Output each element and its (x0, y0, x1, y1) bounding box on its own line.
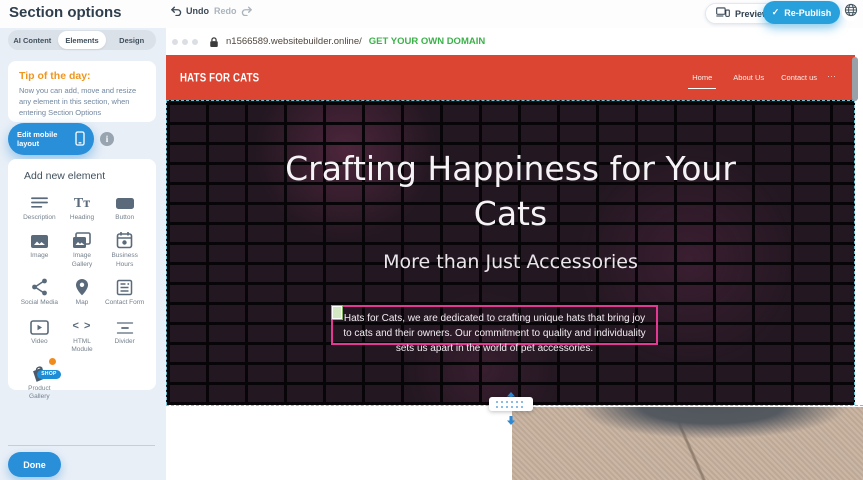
social-media-icon (31, 276, 48, 296)
info-icon: i (106, 134, 109, 144)
edit-mobile-layout-button[interactable]: Edit mobile layout (8, 123, 94, 155)
map-icon (75, 276, 89, 296)
nav-item-contact[interactable]: Contact us (781, 73, 817, 82)
tab-design[interactable]: Design (107, 30, 156, 50)
element-label: Image Gallery (62, 252, 102, 269)
section-resize-handle[interactable] (489, 397, 533, 411)
element-label: Image (30, 252, 48, 260)
element-label: HTML Module (62, 338, 102, 355)
republish-label: Re-Publish (784, 8, 831, 18)
element-label: Map (76, 299, 89, 307)
element-label: Contact Form (105, 299, 144, 307)
element-label: Divider (115, 338, 135, 346)
heading-icon: Tᴛ (74, 191, 90, 211)
next-section-image[interactable] (512, 407, 863, 480)
site-url: n1566589.websitebuilder.online/ (226, 36, 362, 47)
add-element-button[interactable]: Button (103, 191, 146, 222)
app-window: Section options Undo Redo Preview ✓ Re-P… (0, 0, 863, 480)
info-button[interactable]: i (100, 132, 114, 146)
selection-handle[interactable] (332, 306, 342, 319)
nav-more-icon[interactable]: ⋯ (827, 71, 837, 82)
site-nav: Home About Us Contact us (688, 55, 817, 100)
shop-badge: SHOP (37, 370, 60, 379)
sidebar-divider (8, 445, 155, 446)
html-module-icon: < > (73, 315, 92, 335)
page-title: Section options (9, 4, 122, 21)
element-label: Social Media (21, 299, 58, 307)
add-element-divider[interactable]: Divider (103, 315, 146, 355)
nav-item-home[interactable]: Home (688, 73, 716, 89)
done-button[interactable]: Done (8, 452, 61, 477)
tab-elements[interactable]: Elements (58, 31, 107, 49)
site-header: HATS FOR CATS Home About Us Contact us ⋯ (166, 55, 855, 100)
redo-icon (241, 6, 253, 16)
image-icon (30, 229, 49, 249)
image-gallery-icon (72, 229, 91, 249)
undo-button[interactable]: Undo (170, 6, 209, 16)
element-label: Description (23, 214, 56, 222)
tip-body: Now you can add, move and resize any ele… (19, 86, 145, 119)
grip-dots-icon (496, 401, 526, 408)
check-icon: ✓ (772, 7, 780, 18)
redo-button[interactable]: Redo (214, 6, 253, 16)
add-element-video[interactable]: Video (18, 315, 61, 355)
element-label: Business Hours (105, 252, 145, 269)
nav-item-about[interactable]: About Us (733, 73, 764, 82)
devices-icon (716, 7, 730, 20)
add-element-map[interactable]: Map (61, 276, 104, 307)
add-element-html-module[interactable]: < > HTML Module (61, 315, 104, 355)
republish-button[interactable]: ✓ Re-Publish (763, 1, 840, 24)
button-icon (115, 191, 135, 211)
contact-form-icon (116, 276, 133, 296)
element-label: Product Gallery (19, 385, 59, 402)
redo-label: Redo (214, 6, 237, 16)
add-element-product-gallery[interactable]: SHOP Product Gallery (18, 362, 61, 402)
sidebar-tabs: AI Content Elements Design (8, 30, 156, 50)
hero-section[interactable]: Crafting Happiness for Your Cats More th… (166, 100, 855, 405)
hero-subheading[interactable]: More than Just Accessories (167, 251, 854, 273)
add-element-image[interactable]: Image (18, 229, 61, 269)
section-options-sidebar: AI Content Elements Design Tip of the da… (0, 28, 166, 480)
site-logo[interactable]: HATS FOR CATS (180, 71, 259, 85)
add-new-element-panel: Add new element Description Tᴛ Heading B… (8, 159, 156, 390)
tab-ai-content[interactable]: AI Content (8, 30, 57, 50)
preview-browser-bar: n1566589.websitebuilder.online/ GET YOUR… (166, 28, 863, 55)
get-domain-link[interactable]: GET YOUR OWN DOMAIN (369, 36, 485, 47)
language-globe-button[interactable] (842, 4, 859, 21)
undo-icon (170, 6, 182, 16)
window-dots-icon (172, 39, 198, 45)
hero-text-block[interactable]: Hats for Cats, we are dedicated to craft… (331, 305, 658, 345)
description-icon (30, 191, 49, 211)
business-hours-icon (116, 229, 133, 249)
divider-icon (116, 315, 134, 335)
video-icon (30, 315, 49, 335)
top-toolbar: Section options Undo Redo Preview ✓ Re-P… (0, 0, 863, 28)
element-label: Video (31, 338, 48, 346)
element-label: Heading (70, 214, 94, 222)
phone-icon (75, 131, 85, 148)
add-element-heading[interactable]: Tᴛ Heading (61, 191, 104, 222)
add-panel-title: Add new element (24, 170, 146, 182)
tip-title: Tip of the day: (19, 70, 145, 82)
preview-scrollbar[interactable] (852, 57, 858, 101)
add-element-social-media[interactable]: Social Media (18, 276, 61, 307)
undo-label: Undo (186, 6, 209, 16)
element-label: Button (115, 214, 134, 222)
add-element-contact-form[interactable]: Contact Form (103, 276, 146, 307)
done-label: Done (23, 460, 46, 470)
edit-mobile-label: Edit mobile layout (17, 130, 69, 148)
tip-of-the-day-card: Tip of the day: Now you can add, move an… (8, 61, 156, 122)
new-badge (48, 357, 57, 366)
element-grid: Description Tᴛ Heading Button Image Imag… (18, 191, 146, 402)
globe-icon (844, 3, 858, 22)
hero-body-text: Hats for Cats, we are dedicated to craft… (343, 313, 645, 354)
hero-heading[interactable]: Crafting Happiness for Your Cats (271, 147, 751, 236)
add-element-description[interactable]: Description (18, 191, 61, 222)
resize-arrow-down-icon (506, 412, 516, 430)
lock-icon (209, 36, 219, 48)
add-element-image-gallery[interactable]: Image Gallery (61, 229, 104, 269)
add-element-business-hours[interactable]: Business Hours (103, 229, 146, 269)
